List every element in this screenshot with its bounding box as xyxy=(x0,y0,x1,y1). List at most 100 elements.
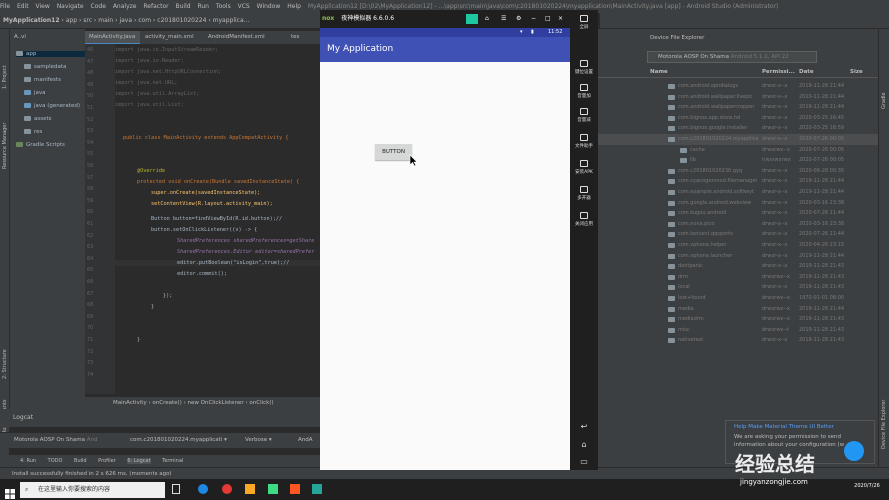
dfe-row[interactable]: mediadrm drwxrwx--x 2019-11-28 21:43 xyxy=(598,314,878,325)
code-editor[interactable]: import java.io.InputStreamReader; import… xyxy=(115,44,320,394)
structure-tab[interactable]: 2: Structure xyxy=(2,349,8,379)
keyboard-icon[interactable]: ⌂ xyxy=(485,10,489,28)
close-icon[interactable]: × xyxy=(558,10,563,28)
chrome-icon[interactable] xyxy=(222,484,232,494)
dfe-row[interactable]: media drwxrwx--x 2019-11-28 21:44 xyxy=(598,304,878,315)
col-size[interactable]: Size xyxy=(850,69,863,75)
resource-manager-tab[interactable]: Resource Manager xyxy=(2,123,8,169)
col-name[interactable]: Name xyxy=(650,69,668,75)
project-tool-tab[interactable]: 1: Project xyxy=(2,65,8,89)
menu-tools[interactable]: Tools xyxy=(216,3,231,10)
dfe-row[interactable]: com.kugou.android drwxr-x--x 2020-07-26 11… xyxy=(598,208,878,219)
tree-item-app[interactable]: app xyxy=(16,51,85,57)
process-select[interactable]: com.c201801020224.myapplicati ▾ xyxy=(130,437,227,443)
dfe-row[interactable]: cache drwxrwx--x 2020-07-26 00:05 xyxy=(598,145,878,156)
close-app-button[interactable]: 关闭应用 xyxy=(570,212,598,227)
dfe-row[interactable]: com.google.android.webview drwxr-x--x 2020… xyxy=(598,198,878,209)
nav-project[interactable]: MyApplication12 xyxy=(3,17,60,24)
dfe-row[interactable]: nativetest drwxr-x--x 2019-11-28 21:43 xyxy=(598,335,878,346)
dfe-row[interactable]: drm drwxrwx--x 2019-11-28 21:43 xyxy=(598,272,878,283)
menu-code[interactable]: Code xyxy=(91,3,106,10)
tree-item-java-generated[interactable]: java (generated) xyxy=(24,103,80,109)
dfe-row[interactable]: misc drwxrwx--t 2019-11-28 21:43 xyxy=(598,325,878,336)
dfe-row[interactable]: com.bignox.app.store.hd drwxr-x--x 2020-03… xyxy=(598,113,878,124)
volume-up-button[interactable]: 音量加 xyxy=(570,84,598,99)
nav-com[interactable]: com xyxy=(138,17,151,24)
menu-refactor[interactable]: Refactor xyxy=(143,3,168,10)
tab-mainactivity[interactable]: MainActivity.java xyxy=(85,31,140,44)
nav-main[interactable]: main xyxy=(98,17,113,24)
nav-class[interactable]: myapplica... xyxy=(213,17,250,24)
nav-app[interactable]: app xyxy=(66,17,77,24)
tree-item-sampledata[interactable]: sampledata xyxy=(24,64,66,70)
device-file-explorer-tab[interactable]: Device File Explorer xyxy=(881,400,887,449)
nav-package[interactable]: c201801020224 xyxy=(157,17,206,24)
dfe-device-select[interactable]: Motorola AOSP On Shama Android 5.1.1, AP… xyxy=(647,51,817,63)
tool-profiler[interactable]: Profiler xyxy=(98,458,116,464)
fullscreen-button[interactable]: 全屏 xyxy=(570,15,598,30)
col-permissions[interactable]: Permissi... xyxy=(762,69,795,75)
tool-terminal[interactable]: Terminal xyxy=(162,458,183,464)
dfe-row[interactable]: com.bignox.google.installer drwxr-x--x 202… xyxy=(598,123,878,134)
dfe-row[interactable]: lost+found drwxrwx--x 1970-01-01 08:00 xyxy=(598,293,878,304)
menu-navigate[interactable]: Navigate xyxy=(57,3,84,10)
tree-item-assets[interactable]: assets xyxy=(24,116,52,122)
level-select[interactable]: Verbose ▾ xyxy=(245,437,272,443)
menu-analyze[interactable]: Analyze xyxy=(113,3,137,10)
menu-icon[interactable]: ☰ xyxy=(501,10,506,28)
dfe-row[interactable]: com.nova.pico drwxr-x--x 2020-03-16 23:38 xyxy=(598,219,878,230)
nox-taskbar-icon[interactable] xyxy=(312,484,322,494)
dfe-row[interactable]: lib lrwxrwxrwx 2020-07-26 00:05 xyxy=(598,155,878,166)
gradle-tab[interactable]: Gradle xyxy=(881,92,887,109)
crumb-method[interactable]: onCreate() xyxy=(152,400,181,406)
menu-file[interactable]: File xyxy=(0,3,10,10)
windows-start-icon[interactable] xyxy=(5,484,15,499)
multi-instance-button[interactable]: 多开器 xyxy=(570,186,598,201)
dfe-row[interactable]: com.android.opndialogs drwxr-x--x 2019-11-… xyxy=(598,81,878,92)
app-icon[interactable] xyxy=(290,484,300,494)
tab-manifest[interactable]: AndroidManifest.xml xyxy=(204,31,286,44)
crumb-class[interactable]: MainActivity xyxy=(113,400,147,406)
dfe-row[interactable]: com.vphone.helper drwxr-x--x 2020-04-26 23… xyxy=(598,240,878,251)
settings-icon[interactable]: ⚙ xyxy=(516,10,521,28)
file-helper-button[interactable]: 文件助手 xyxy=(570,134,598,149)
tool-build[interactable]: Build xyxy=(74,458,87,464)
crumb-listener[interactable]: new OnClickListener xyxy=(188,400,244,406)
tool-logcat[interactable]: 6: Logcat xyxy=(127,458,151,464)
install-apk-button[interactable]: 安装APK xyxy=(570,160,598,175)
dfe-row[interactable]: com.tencent.qqsports drwxr-x--x 2020-07-26… xyxy=(598,229,878,240)
menu-view[interactable]: View xyxy=(36,3,50,10)
dfe-row[interactable]: com.example.android.softkeyt drwxr-x--x 20… xyxy=(598,187,878,198)
android-studio-icon[interactable] xyxy=(268,484,278,494)
device-select[interactable]: Motorola AOSP On Shama And xyxy=(14,437,97,443)
tool-run[interactable]: 4: Run xyxy=(20,458,36,464)
tree-item-res[interactable]: res xyxy=(24,129,42,135)
menu-build[interactable]: Build xyxy=(176,3,191,10)
back-button[interactable]: ↩ xyxy=(570,422,598,431)
tab-test[interactable]: tes xyxy=(287,31,320,44)
menu-edit[interactable]: Edit xyxy=(17,3,29,10)
keymap-button[interactable]: 键位设置 xyxy=(570,60,598,75)
dfe-row[interactable]: com.c201801020236.qyq drwxr-x--x 2020-06-2… xyxy=(598,166,878,177)
minimize-icon[interactable]: − xyxy=(531,10,536,28)
crumb-onclick[interactable]: onClick() xyxy=(249,400,273,406)
dfe-row[interactable]: dontpanic drwxr-x--x 2019-11-28 21:43 xyxy=(598,261,878,272)
dfe-row[interactable]: com.android.wallpaper.liveplc drwxr-x--x 2… xyxy=(598,92,878,103)
tree-item-gradle-scripts[interactable]: Gradle Scripts xyxy=(16,142,65,148)
maximize-icon[interactable]: □ xyxy=(545,10,551,28)
home-button[interactable]: ⌂ xyxy=(570,440,598,449)
tool-todo[interactable]: TODO xyxy=(48,458,63,464)
tab-activity-main[interactable]: activity_main.xml xyxy=(141,31,203,44)
menu-run[interactable]: Run xyxy=(197,3,209,10)
menu-help[interactable]: Help xyxy=(287,3,301,10)
menu-vcs[interactable]: VCS xyxy=(238,3,250,10)
dfe-row[interactable]: com.vphone.launcher drwxr-x--x 2019-11-28 … xyxy=(598,251,878,262)
dfe-row[interactable]: com.android.wallpapercropper drwxr-x--x 20… xyxy=(598,102,878,113)
dfe-row[interactable]: local drwxr-x--x 2019-11-28 21:43 xyxy=(598,282,878,293)
nav-java[interactable]: java xyxy=(119,17,132,24)
folder-app-icon[interactable] xyxy=(245,484,255,494)
recents-button[interactable]: ▭ xyxy=(570,457,598,466)
col-date[interactable]: Date xyxy=(799,69,814,75)
dfe-row[interactable]: com.cyanogenmod.filemanager drwxr-x--x 201… xyxy=(598,176,878,187)
task-view-icon[interactable] xyxy=(172,484,180,494)
